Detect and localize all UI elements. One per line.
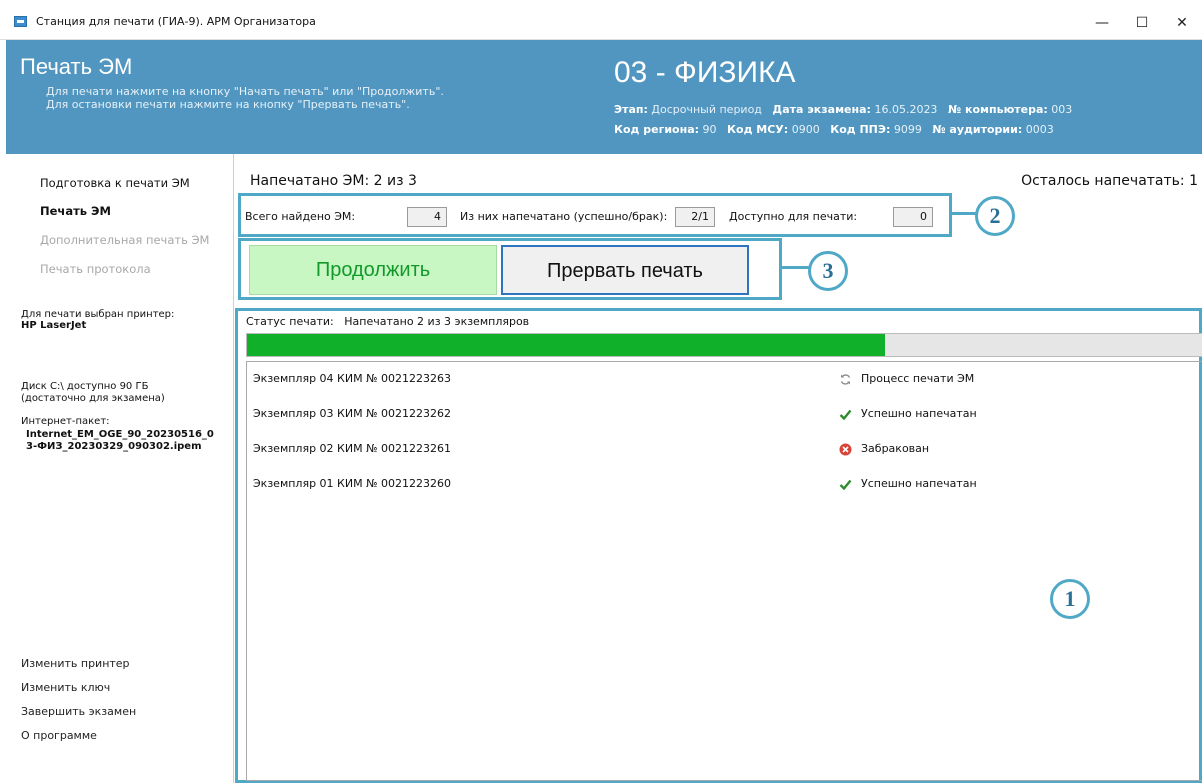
instruction-line: Для остановки печати нажмите на кнопку "… [46, 98, 410, 111]
available-label: Доступно для печати: [729, 210, 858, 223]
disk-info: Диск C:\ доступно 90 ГБ [21, 381, 149, 392]
sidebar-item-protocol: Печать протокола [40, 262, 151, 276]
sidebar-item-prepare[interactable]: Подготовка к печати ЭМ [40, 176, 190, 190]
sidebar: Подготовка к печати ЭМ Печать ЭМ Дополни… [6, 154, 234, 783]
ppe-value: 9099 [893, 123, 922, 136]
found-label: Всего найдено ЭМ: [245, 210, 356, 223]
package-name-line1: Internet_EM_OGE_90_20230516_0 [26, 429, 214, 440]
available-value: 0 [893, 207, 933, 227]
exam-meta-line1: Этап: Досрочный период Дата экзамена: 16… [614, 100, 1072, 120]
callout-connector [782, 266, 810, 269]
progress-fill [247, 334, 885, 356]
continue-button[interactable]: Продолжить [249, 245, 497, 295]
copy-name: Экземпляр 03 КИМ № 0021223262 [253, 407, 451, 420]
close-button[interactable]: ✕ [1162, 10, 1202, 36]
exam-date-label: Дата экзамена: [772, 103, 871, 116]
copies-list: Экземпляр 04 КИМ № 0021223263 Процесс пе… [246, 361, 1202, 781]
copy-status: Забракован [861, 442, 930, 455]
change-key-link[interactable]: Изменить ключ [21, 681, 110, 694]
instruction-line: Для печати нажмите на кнопку "Начать печ… [46, 85, 444, 98]
page-title: Печать ЭМ [20, 54, 133, 79]
maximize-button[interactable]: ☐ [1122, 10, 1162, 36]
stats-box: Всего найдено ЭМ: 4 Из них напечатано (у… [238, 193, 952, 237]
app-icon [14, 16, 27, 27]
change-printer-link[interactable]: Изменить принтер [21, 657, 130, 670]
title-bar: Станция для печати (ГИА-9). АРМ Организа… [0, 0, 1202, 40]
error-icon [839, 443, 852, 456]
callout-2: 2 [975, 196, 1015, 236]
copy-name: Экземпляр 01 КИМ № 0021223260 [253, 477, 451, 490]
progress-bar [246, 333, 1202, 357]
action-buttons: Продолжить Прервать печать [238, 238, 782, 300]
copy-status: Успешно напечатан [861, 407, 977, 420]
room-label: № аудитории: [932, 123, 1023, 136]
page-header: Печать ЭМ Для печати нажмите на кнопку "… [6, 40, 1202, 154]
msu-label: Код МСУ: [727, 123, 789, 136]
stage-label: Этап: [614, 103, 648, 116]
sidebar-item-print[interactable]: Печать ЭМ [40, 204, 111, 218]
window-title: Станция для печати (ГИА-9). АРМ Организа… [36, 15, 316, 28]
subject-title: 03 - ФИЗИКА [614, 56, 796, 89]
printed-count: Напечатано ЭМ: 2 из 3 [250, 173, 417, 189]
list-item[interactable]: Экземпляр 04 КИМ № 0021223263 Процесс пе… [247, 368, 1202, 388]
found-value: 4 [407, 207, 447, 227]
minimize-button[interactable]: — [1082, 10, 1122, 36]
printed-label: Из них напечатано (успешно/брак): [460, 210, 668, 223]
status-label: Статус печати: [246, 315, 334, 328]
exam-meta-line2: Код региона: 90 Код МСУ: 0900 Код ППЭ: 9… [614, 120, 1072, 140]
list-item[interactable]: Экземпляр 03 КИМ № 0021223262 Успешно на… [247, 403, 1202, 423]
callout-1: 1 [1050, 579, 1090, 619]
msu-value: 0900 [791, 123, 820, 136]
list-item[interactable]: Экземпляр 02 КИМ № 0021223261 Забракован [247, 438, 1202, 458]
stop-print-button[interactable]: Прервать печать [501, 245, 749, 295]
package-name-line2: 3-ФИЗ_20230329_090302.ipem [26, 441, 202, 452]
region-value: 90 [702, 123, 717, 136]
region-label: Код региона: [614, 123, 700, 136]
stage-value: Досрочный период [651, 103, 762, 116]
about-link[interactable]: О программе [21, 729, 97, 742]
finish-exam-link[interactable]: Завершить экзамен [21, 705, 136, 718]
computer-label: № компьютера: [947, 103, 1048, 116]
disk-status: (достаточно для экзамена) [21, 393, 165, 404]
callout-connector [952, 212, 976, 215]
room-value: 0003 [1025, 123, 1054, 136]
remaining-count: Осталось напечатать: 1 [1021, 173, 1198, 189]
copy-name: Экземпляр 04 КИМ № 0021223263 [253, 372, 451, 385]
checkmark-icon [839, 409, 852, 421]
exam-date-value: 16.05.2023 [874, 103, 938, 116]
checkmark-icon [839, 479, 852, 491]
print-status-panel: Статус печати: Напечатано 2 из 3 экземпл… [235, 308, 1202, 783]
copy-status: Процесс печати ЭМ [861, 372, 975, 385]
printed-value: 2/1 [675, 207, 715, 227]
list-item[interactable]: Экземпляр 01 КИМ № 0021223260 Успешно на… [247, 473, 1202, 493]
exam-meta: Этап: Досрочный период Дата экзамена: 16… [614, 100, 1072, 140]
printer-value: HP LaserJet [21, 320, 87, 331]
package-label: Интернет-пакет: [21, 416, 110, 427]
sidebar-item-extra-print: Дополнительная печать ЭМ [40, 233, 210, 247]
instructions: Для печати нажмите на кнопку "Начать печ… [46, 85, 444, 111]
ppe-label: Код ППЭ: [830, 123, 891, 136]
refresh-icon [840, 374, 851, 385]
print-status: Статус печати: Напечатано 2 из 3 экземпл… [246, 315, 529, 328]
computer-value: 003 [1051, 103, 1073, 116]
callout-3: 3 [808, 251, 848, 291]
copy-status: Успешно напечатан [861, 477, 977, 490]
copy-name: Экземпляр 02 КИМ № 0021223261 [253, 442, 451, 455]
status-value: Напечатано 2 из 3 экземпляров [344, 315, 530, 328]
